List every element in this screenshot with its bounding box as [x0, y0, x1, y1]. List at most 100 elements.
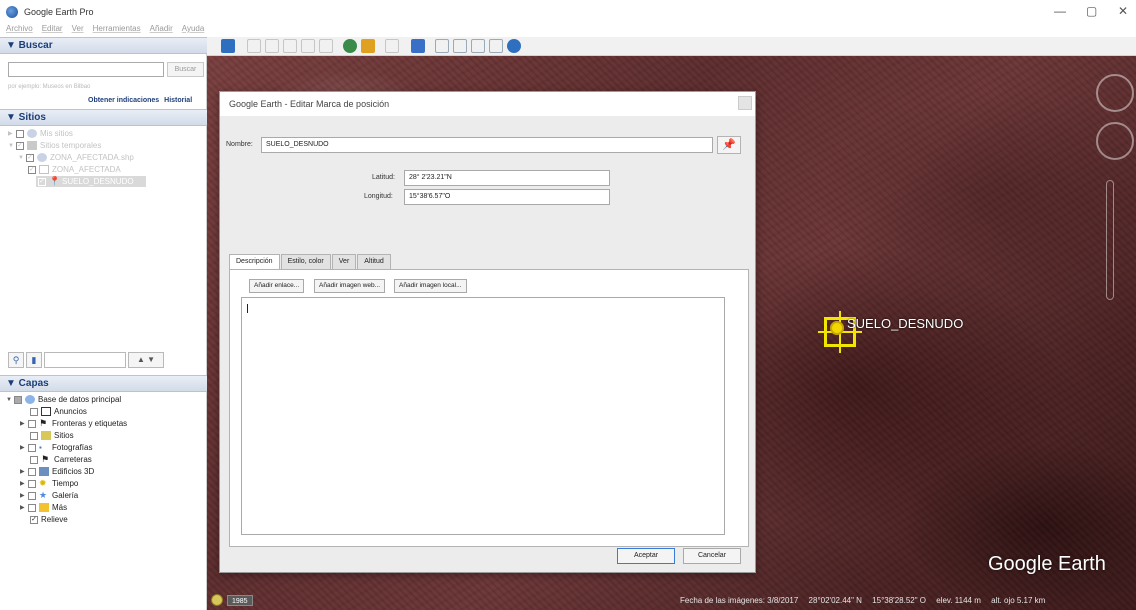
- ruler-icon[interactable]: [411, 39, 425, 53]
- pushpin-style-button[interactable]: 📌: [717, 136, 741, 154]
- description-textarea[interactable]: [241, 297, 725, 535]
- collapse-arrow-icon[interactable]: ▼: [18, 155, 26, 161]
- layer-item[interactable]: ▶ ▪ Fotografías: [20, 442, 92, 453]
- expand-arrow-icon[interactable]: ▶: [20, 480, 28, 487]
- checkbox[interactable]: [28, 503, 36, 512]
- checkbox[interactable]: ✓: [30, 515, 38, 524]
- record-tour-icon[interactable]: [319, 39, 333, 53]
- layer-item[interactable]: Sitios: [30, 430, 74, 441]
- ad-icon: [41, 407, 51, 416]
- view-in-maps-icon[interactable]: [489, 39, 503, 53]
- add-overlay-icon[interactable]: [301, 39, 315, 53]
- collapse-arrow-icon[interactable]: ▼: [6, 397, 14, 403]
- checkbox[interactable]: [30, 455, 38, 464]
- expand-arrow-icon[interactable]: ▶: [20, 504, 28, 511]
- history-link[interactable]: Historial: [164, 97, 192, 104]
- tree-item-shapefile[interactable]: ▼ ✓ ZONA_AFECTADA.shp: [18, 152, 134, 163]
- places-panel-header[interactable]: ▼ Sitios: [0, 109, 207, 126]
- tree-item-suelo-desnudo[interactable]: ✓ 📍 SUELO_DESNUDO: [36, 176, 146, 187]
- tab-estilo-color[interactable]: Estilo, color: [280, 254, 331, 270]
- zoom-slider[interactable]: [1106, 180, 1114, 300]
- checkbox[interactable]: [28, 419, 36, 428]
- search-input[interactable]: [8, 62, 164, 77]
- dialog-tabs: Descripción Estilo, color Ver Altitud: [229, 254, 392, 271]
- layer-item[interactable]: ▶ ✹ Tiempo: [20, 478, 78, 489]
- expand-arrow-icon[interactable]: ▶: [8, 130, 16, 137]
- imagery-date: Fecha de las imágenes: 3/8/2017: [680, 596, 799, 605]
- expand-arrow-icon[interactable]: ▶: [20, 492, 28, 499]
- pushpin-icon[interactable]: [830, 321, 844, 335]
- name-field[interactable]: SUELO_DESNUDO: [261, 137, 713, 153]
- layer-item[interactable]: ▶ Edificios 3D: [20, 466, 94, 477]
- sunlight-icon[interactable]: [361, 39, 375, 53]
- expand-arrow-icon[interactable]: ▶: [20, 420, 28, 427]
- compass-navigation-icon[interactable]: [1096, 74, 1134, 112]
- add-link-button[interactable]: Añadir enlace...: [249, 279, 305, 293]
- expand-arrow-icon[interactable]: ▶: [20, 444, 28, 451]
- panel-toggle-icon[interactable]: ▮: [26, 352, 42, 368]
- add-placemark-icon[interactable]: [247, 39, 261, 53]
- add-web-image-button[interactable]: Añadir imagen web...: [314, 279, 386, 293]
- menu-anadir[interactable]: Añadir: [150, 24, 173, 36]
- add-path-icon[interactable]: [283, 39, 297, 53]
- maximize-button[interactable]: ▢: [1086, 4, 1097, 18]
- earth-icon[interactable]: [507, 39, 521, 53]
- add-polygon-icon[interactable]: [265, 39, 279, 53]
- layer-item[interactable]: Anuncios: [30, 406, 87, 417]
- checkbox[interactable]: [16, 129, 24, 138]
- expand-arrow-icon[interactable]: ▶: [20, 468, 28, 475]
- menu-editar[interactable]: Editar: [42, 24, 63, 36]
- dialog-close-icon[interactable]: [738, 96, 752, 110]
- collapse-arrow-icon[interactable]: ▼: [8, 143, 16, 149]
- cancel-button[interactable]: Cancelar: [683, 548, 741, 564]
- layers-panel-header[interactable]: ▼ Capas: [0, 375, 207, 392]
- menu-herramientas[interactable]: Herramientas: [93, 24, 141, 36]
- checkbox[interactable]: [28, 467, 36, 476]
- layer-item[interactable]: ▶ ⚑ Fronteras y etiquetas: [20, 418, 127, 429]
- email-icon[interactable]: [435, 39, 449, 53]
- checkbox[interactable]: ✓: [38, 177, 46, 186]
- tab-altitud[interactable]: Altitud: [357, 254, 391, 270]
- historical-imagery-control[interactable]: 1985: [211, 594, 253, 606]
- layers-root[interactable]: ▼ Base de datos principal: [6, 394, 121, 405]
- menu-archivo[interactable]: Archivo: [6, 24, 33, 36]
- checkbox[interactable]: ✓: [26, 153, 34, 162]
- checkbox[interactable]: [14, 395, 22, 404]
- checkbox[interactable]: [28, 491, 36, 500]
- tab-ver[interactable]: Ver: [331, 254, 357, 270]
- planets-icon[interactable]: [385, 39, 399, 53]
- checkbox[interactable]: [28, 443, 36, 452]
- add-local-image-button[interactable]: Añadir imagen local...: [394, 279, 467, 293]
- checkbox[interactable]: ✓: [28, 165, 36, 174]
- menu-ver[interactable]: Ver: [72, 24, 84, 36]
- longitude-field[interactable]: 15°38'6.57"O: [404, 189, 610, 205]
- latitude-field[interactable]: 28° 2'23.21"N: [404, 170, 610, 186]
- look-control-icon[interactable]: [1096, 122, 1134, 160]
- places-filter-input[interactable]: [44, 352, 126, 368]
- tree-item-zona-afectada[interactable]: ✓ ZONA_AFECTADA: [28, 164, 121, 175]
- layer-item[interactable]: ⚑ Carreteras: [30, 454, 92, 465]
- close-button[interactable]: ✕: [1118, 4, 1128, 18]
- clock-icon[interactable]: [211, 594, 223, 606]
- search-button[interactable]: Buscar: [167, 62, 204, 77]
- checkbox[interactable]: ✓: [16, 141, 24, 150]
- checkbox[interactable]: [28, 479, 36, 488]
- move-up-down-buttons[interactable]: ▲ ▼: [128, 352, 164, 368]
- layer-item[interactable]: ✓ Relieve: [30, 514, 68, 525]
- search-places-icon[interactable]: ⚲: [8, 352, 24, 368]
- historical-imagery-icon[interactable]: [343, 39, 357, 53]
- layer-item[interactable]: ▶ Más: [20, 502, 67, 513]
- layer-item[interactable]: ▶ ★ Galería: [20, 490, 78, 501]
- minimize-button[interactable]: —: [1054, 4, 1066, 18]
- checkbox[interactable]: [30, 407, 38, 416]
- print-icon[interactable]: [453, 39, 467, 53]
- save-image-icon[interactable]: [471, 39, 485, 53]
- tree-item-temporary-places[interactable]: ▼ ✓ Sitios temporales: [8, 140, 101, 151]
- checkbox[interactable]: [30, 431, 38, 440]
- accept-button[interactable]: Aceptar: [617, 548, 675, 564]
- get-directions-link[interactable]: Obtener indicaciones: [88, 97, 159, 104]
- menu-ayuda[interactable]: Ayuda: [182, 24, 205, 36]
- tree-item-my-places[interactable]: ▶ Mis sitios: [8, 128, 73, 139]
- search-panel-header[interactable]: ▼ Buscar: [0, 37, 207, 54]
- sidebar-toggle-icon[interactable]: [221, 39, 235, 53]
